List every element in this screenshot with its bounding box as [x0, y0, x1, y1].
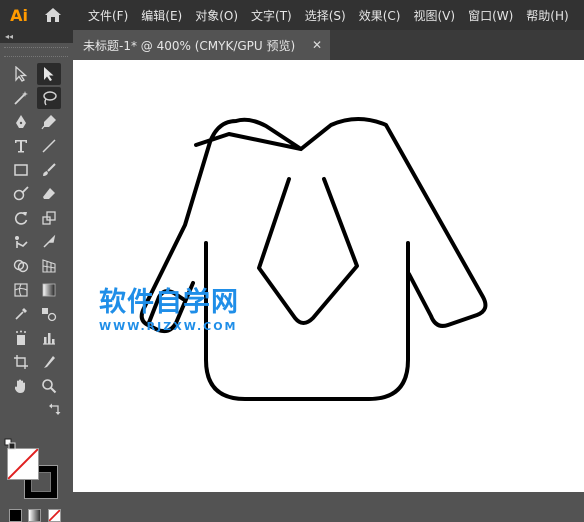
free-transform-tool-icon[interactable] — [37, 231, 61, 253]
selection-tool-icon[interactable] — [9, 63, 33, 85]
artboard-tool-icon[interactable] — [9, 351, 33, 373]
pen-tool-icon[interactable] — [9, 111, 33, 133]
paintbrush-tool-icon[interactable] — [37, 159, 61, 181]
app-logo[interactable]: Ai — [6, 4, 32, 26]
magic-wand-tool-icon[interactable] — [9, 87, 33, 109]
menu-window[interactable]: 窗口(W) — [468, 7, 513, 24]
menu-list: 文件(F) 编辑(E) 对象(O) 文字(T) 选择(S) 效果(C) 视图(V… — [88, 7, 582, 24]
menu-file[interactable]: 文件(F) — [88, 7, 128, 24]
tools-panel — [0, 43, 73, 522]
default-colors-icon[interactable] — [3, 437, 17, 451]
document-tab[interactable]: 未标题-1* @ 400% (CMYK/GPU 预览) ✕ — [73, 30, 330, 60]
close-icon[interactable]: ✕ — [312, 38, 322, 52]
lasso-tool-icon[interactable] — [37, 87, 61, 109]
menu-help[interactable]: 帮助(H) — [526, 7, 568, 24]
color-mode-button[interactable] — [9, 509, 22, 522]
perspective-grid-tool-icon[interactable] — [37, 255, 61, 277]
none-mode-button[interactable] — [48, 509, 61, 522]
tie — [257, 177, 359, 325]
hand-tool-icon[interactable] — [9, 375, 33, 397]
watermark-url: WWW.RJZXW.COM — [99, 320, 238, 333]
menu-bar: Ai 文件(F) 编辑(E) 对象(O) 文字(T) 选择(S) 效果(C) 视… — [0, 0, 584, 30]
column-graph-tool-icon[interactable] — [37, 327, 61, 349]
gradient-mode-button[interactable] — [28, 509, 41, 522]
shape-builder-tool-icon[interactable] — [9, 255, 33, 277]
slice-tool-icon[interactable] — [37, 351, 61, 373]
zoom-tool-icon[interactable] — [37, 375, 61, 397]
rotate-tool-icon[interactable] — [9, 207, 33, 229]
home-icon[interactable] — [42, 4, 64, 26]
puppet-warp-tool-icon[interactable] — [9, 231, 33, 253]
menu-view[interactable]: 视图(V) — [413, 7, 455, 24]
shirt-artwork[interactable] — [73, 60, 584, 492]
menu-effect[interactable]: 效果(C) — [359, 7, 401, 24]
watermark-title: 软件自学网 — [99, 287, 239, 318]
menu-select[interactable]: 选择(S) — [305, 7, 346, 24]
symbol-sprayer-tool-icon[interactable] — [9, 327, 33, 349]
eraser-tool-icon[interactable] — [37, 183, 61, 205]
menu-edit[interactable]: 编辑(E) — [141, 7, 182, 24]
menu-type[interactable]: 文字(T) — [251, 7, 292, 24]
panel-grip[interactable] — [4, 47, 68, 57]
gradient-tool-icon[interactable] — [37, 279, 61, 301]
curvature-tool-icon[interactable] — [37, 111, 61, 133]
swap-colors-icon[interactable] — [46, 401, 64, 417]
direct-selection-tool-icon[interactable] — [37, 63, 61, 85]
artboard-canvas[interactable]: 软件自学网 WWW.RJZXW.COM — [73, 60, 584, 492]
panel-collapse-button[interactable]: ◂◂ — [0, 30, 73, 43]
type-tool-icon[interactable] — [9, 135, 33, 157]
mesh-tool-icon[interactable] — [9, 279, 33, 301]
menu-object[interactable]: 对象(O) — [195, 7, 238, 24]
blend-tool-icon[interactable] — [37, 303, 61, 325]
scale-tool-icon[interactable] — [37, 207, 61, 229]
watermark: 软件自学网 WWW.RJZXW.COM — [99, 280, 239, 333]
line-segment-tool-icon[interactable] — [37, 135, 61, 157]
document-tab-title: 未标题-1* @ 400% (CMYK/GPU 预览) — [83, 38, 296, 53]
shaper-tool-icon[interactable] — [9, 183, 33, 205]
eyedropper-tool-icon[interactable] — [9, 303, 33, 325]
rectangle-tool-icon[interactable] — [9, 159, 33, 181]
fill-color-swatch[interactable] — [7, 448, 39, 480]
